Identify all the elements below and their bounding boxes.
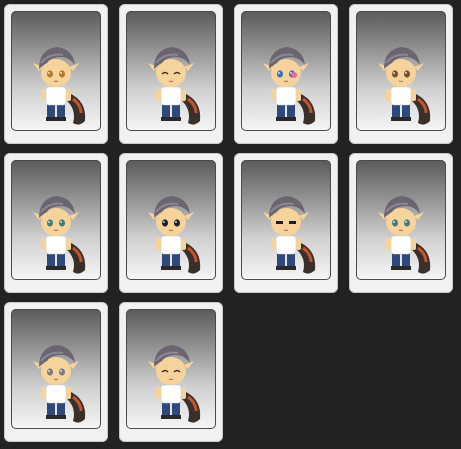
character-card[interactable] (234, 153, 338, 293)
character-sprite (33, 47, 86, 125)
character-sprite (263, 196, 316, 274)
character-sprite (148, 47, 201, 125)
character-preview (241, 160, 331, 280)
character-sprite (263, 47, 316, 125)
character-sprite (33, 196, 86, 274)
character-sprite (33, 345, 86, 423)
character-card[interactable] (4, 4, 108, 144)
character-sprite (148, 345, 201, 423)
character-card[interactable] (234, 4, 338, 144)
character-preview (241, 11, 331, 131)
character-preview (126, 309, 216, 429)
character-sprite (378, 196, 431, 274)
character-card[interactable] (119, 153, 223, 293)
character-preview (11, 11, 101, 131)
character-card[interactable] (349, 153, 453, 293)
character-sprite (378, 47, 431, 125)
character-preview (11, 160, 101, 280)
character-preview (126, 160, 216, 280)
character-card[interactable] (4, 302, 108, 442)
character-card[interactable] (119, 4, 223, 144)
character-preview (356, 160, 446, 280)
character-preview (356, 11, 446, 131)
character-card-grid (0, 0, 461, 449)
character-sprite (148, 196, 201, 274)
character-preview (126, 11, 216, 131)
character-card[interactable] (119, 302, 223, 442)
character-card[interactable] (349, 4, 453, 144)
character-preview (11, 309, 101, 429)
character-card[interactable] (4, 153, 108, 293)
